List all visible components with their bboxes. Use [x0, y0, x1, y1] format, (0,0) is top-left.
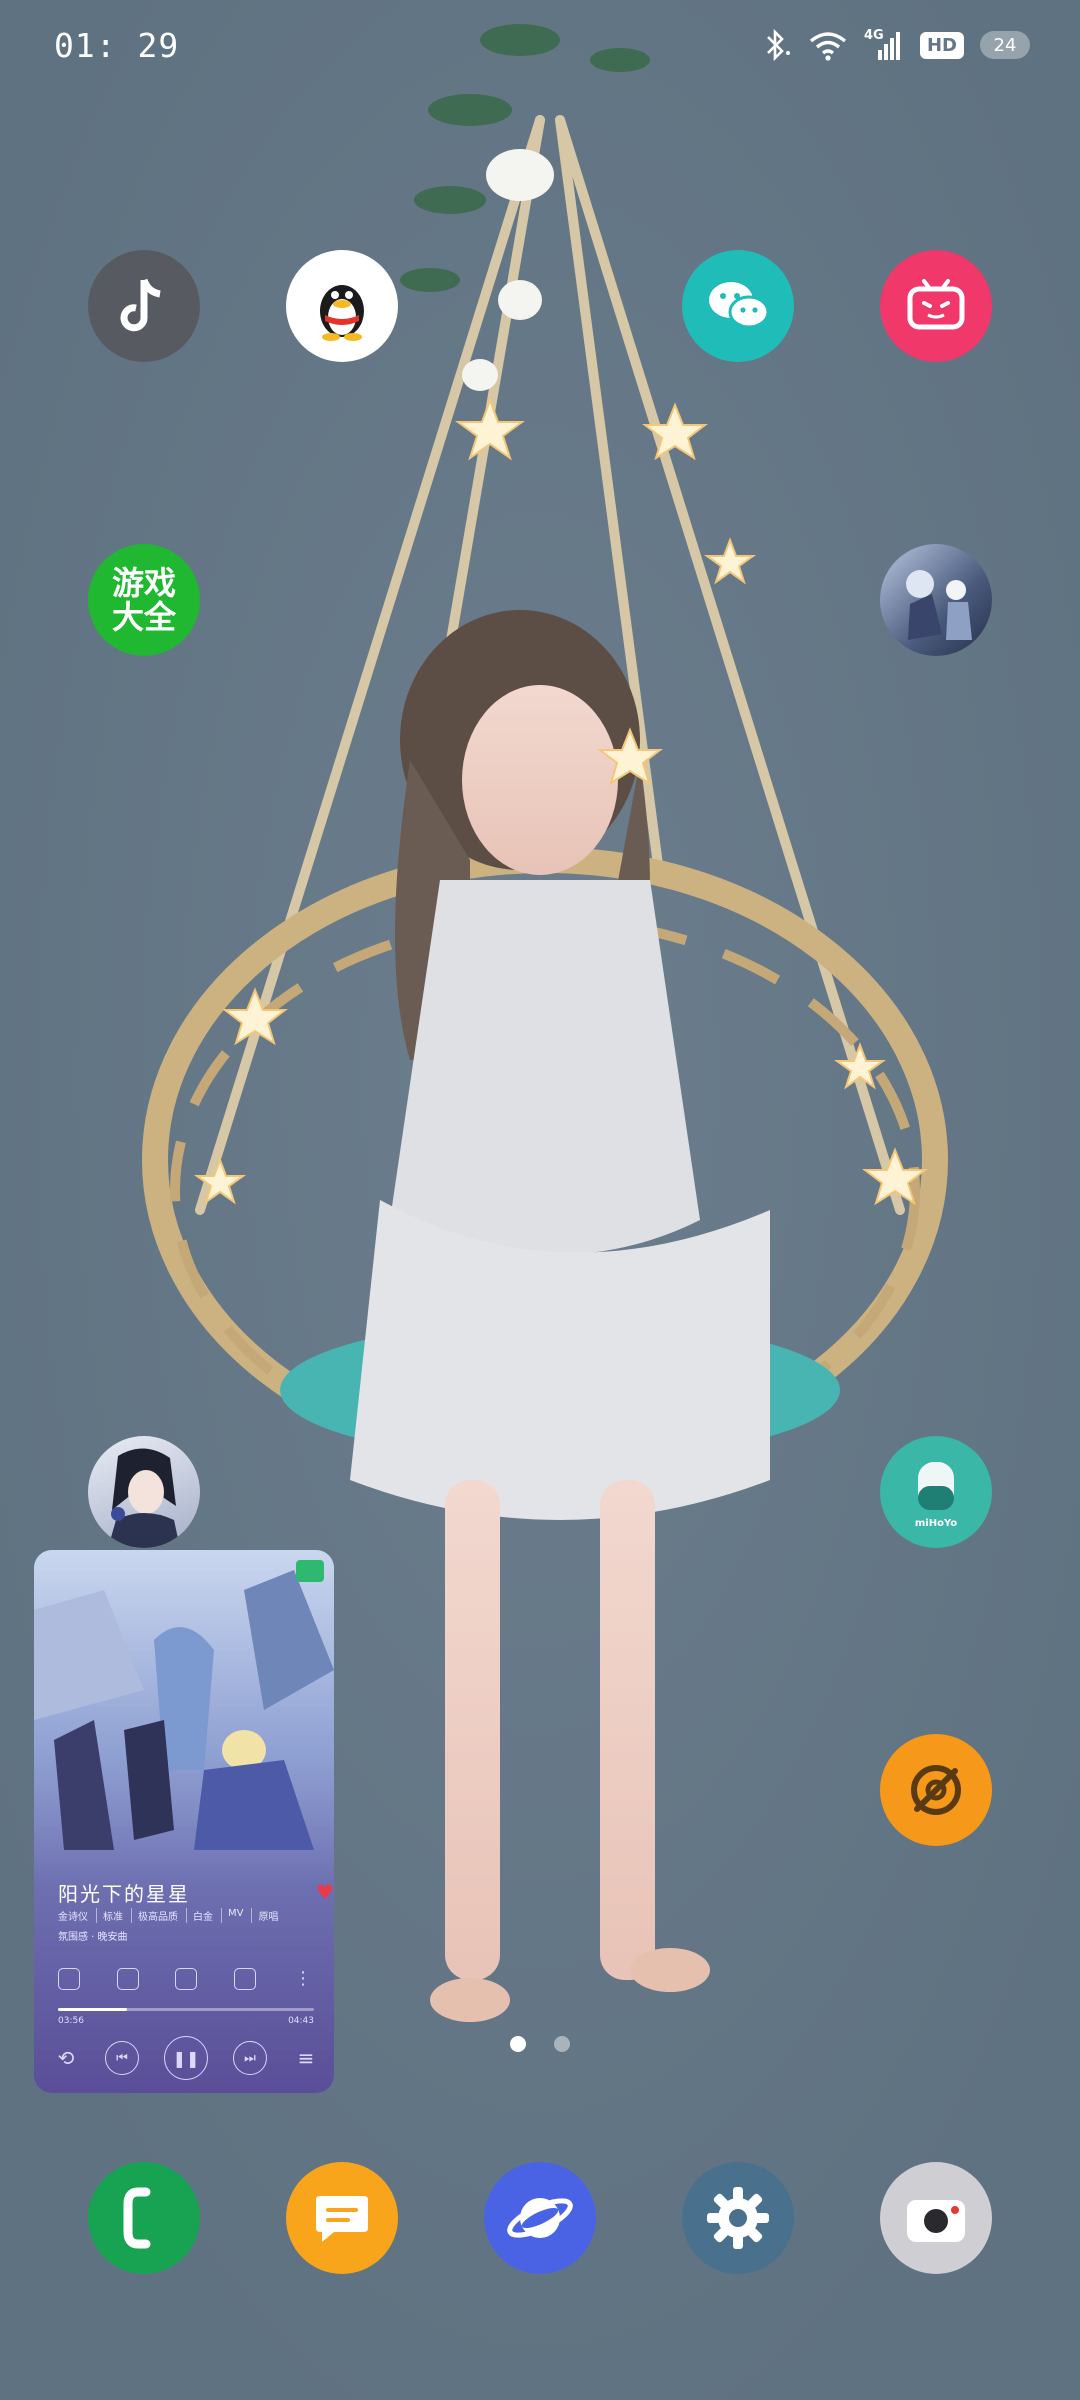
- page-indicator: [510, 2036, 570, 2052]
- song-meta-item: 白金: [186, 1908, 213, 1923]
- mihoyo-app-icon[interactable]: miHoYo: [880, 1436, 992, 1548]
- repeat-icon[interactable]: ⟲: [52, 2046, 80, 2070]
- more-icon[interactable]: ⋮: [292, 1968, 314, 1990]
- status-time: 01: 29: [54, 26, 180, 65]
- music-player-widget[interactable]: ♥ 阳光下的星星 金诗仪 标准 极高品质 白金 MV 原唱 氛围感 · 晚安曲 …: [34, 1550, 334, 2093]
- song-meta-item: 极高品质: [131, 1908, 178, 1923]
- song-meta-item: 标准: [96, 1908, 123, 1923]
- page-dot[interactable]: [510, 2036, 526, 2052]
- camera-app-icon[interactable]: [880, 2162, 992, 2274]
- progress-times: 03:56 04:43: [58, 2016, 314, 2026]
- qq-app-icon[interactable]: [286, 250, 398, 362]
- cellular-signal-icon: 4G: [864, 28, 904, 62]
- progress-fill: [58, 2008, 128, 2011]
- game-center-label-2: 大全: [111, 598, 176, 636]
- song-title: 阳光下的星星: [58, 1882, 190, 1906]
- playback-controls: ⟲ ⏮ ❚❚ ⏭ ≡: [52, 2036, 320, 2080]
- game-center-label: 游戏: [111, 564, 176, 602]
- total-time: 04:43: [288, 2016, 314, 2026]
- honkai-star-rail-app-icon[interactable]: [880, 544, 992, 656]
- comment-icon[interactable]: [233, 1968, 256, 1990]
- widget-toolbar: ⋮: [58, 1968, 314, 1990]
- wechat-app-icon[interactable]: [682, 250, 794, 362]
- song-subtitle: 氛围感 · 晚安曲: [58, 1932, 128, 1943]
- tiktok-app-icon[interactable]: [88, 250, 200, 362]
- page-dot[interactable]: [554, 2036, 570, 2052]
- song-meta-item: 原唱: [251, 1908, 278, 1923]
- browser-app-icon[interactable]: [484, 2162, 596, 2274]
- song-meta-item: 金诗仪: [58, 1912, 88, 1923]
- elapsed-time: 03:56: [58, 2016, 84, 2026]
- favorite-heart-icon[interactable]: ♥: [316, 1880, 334, 1904]
- wifi-icon: [809, 32, 847, 61]
- song-meta: 金诗仪 标准 极高品质 白金 MV 原唱: [58, 1908, 278, 1923]
- album-art: [34, 1550, 334, 1890]
- game-center-app-icon[interactable]: 游戏 大全: [88, 544, 200, 656]
- bluetooth-icon: [767, 28, 790, 62]
- download-icon[interactable]: [175, 1968, 197, 1990]
- progress-bar[interactable]: [58, 2008, 314, 2011]
- previous-button[interactable]: ⏮: [105, 2041, 139, 2075]
- sound-effect-icon[interactable]: [116, 1968, 139, 1990]
- battery-indicator: 24: [980, 31, 1030, 59]
- messages-app-icon[interactable]: [286, 2162, 398, 2274]
- hd-voice-badge: HD: [919, 31, 964, 59]
- sync-app-icon[interactable]: [880, 1734, 992, 1846]
- pause-button[interactable]: ❚❚: [164, 2036, 208, 2080]
- status-icons: 4G HD 24: [762, 22, 1030, 68]
- character-game-app-icon[interactable]: [88, 1436, 200, 1548]
- song-meta-item: MV: [221, 1908, 243, 1923]
- lyrics-icon[interactable]: [58, 1968, 80, 1990]
- settings-app-icon[interactable]: [682, 2162, 794, 2274]
- next-button[interactable]: ⏭: [233, 2041, 267, 2075]
- mihoyo-label: miHoYo: [914, 1517, 958, 1529]
- status-bar: 01: 29 4G HD 24: [0, 0, 1080, 90]
- bilibili-app-icon[interactable]: [880, 250, 992, 362]
- phone-app-icon[interactable]: [88, 2162, 200, 2274]
- playlist-icon[interactable]: ≡: [292, 2046, 320, 2070]
